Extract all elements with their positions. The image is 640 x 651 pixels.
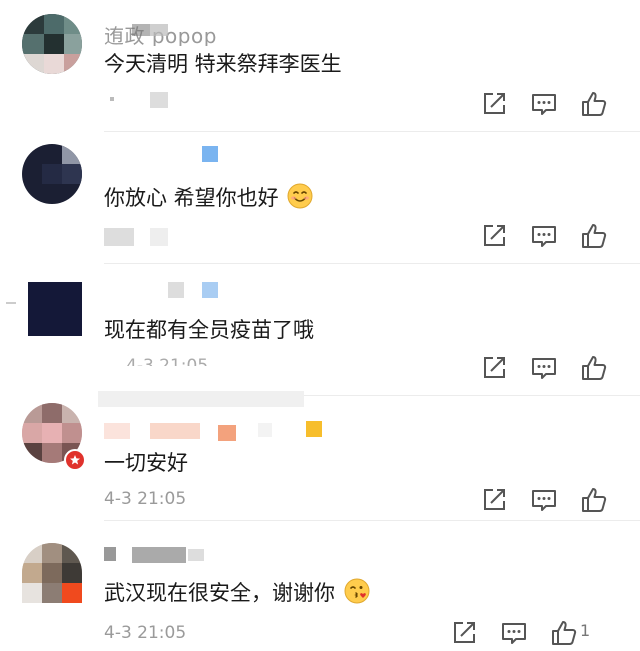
comment-text-content: 你放心 希望你也好	[104, 186, 279, 210]
username[interactable]	[104, 146, 264, 168]
share-button[interactable]	[450, 619, 478, 647]
comment-item: 武汉现在很安全，谢谢你 4-3 21:05 1	[0, 521, 640, 651]
avatar[interactable]	[28, 282, 82, 336]
comment-actions	[480, 222, 620, 250]
share-button[interactable]	[480, 222, 508, 250]
avatar[interactable]	[22, 14, 82, 74]
share-button[interactable]	[480, 90, 508, 118]
share-icon	[484, 225, 505, 246]
comment-item: 你放心 希望你也好	[0, 132, 640, 264]
reply-button[interactable]	[500, 619, 528, 647]
reply-button[interactable]	[530, 222, 558, 250]
blowing-kiss-face-icon	[344, 578, 370, 609]
comment-text: 今天清明 特来祭拜李医生	[104, 52, 342, 76]
reply-button[interactable]	[530, 90, 558, 118]
comment-time: 4-3 21:05	[104, 623, 187, 643]
comment-icon	[532, 490, 556, 511]
like-button[interactable]	[580, 354, 608, 382]
comment-item: 现在都有全员疫苗了哦 4-3 21:05	[0, 264, 640, 396]
share-button[interactable]	[480, 486, 508, 514]
thumbs-up-icon	[582, 224, 607, 248]
comment-actions	[480, 486, 620, 514]
comment-text: 一切安好	[104, 451, 188, 475]
like-button[interactable]	[580, 222, 608, 250]
thumbs-up-icon	[582, 356, 607, 380]
comment-item: 一切安好 4-3 21:05	[0, 389, 640, 521]
share-icon	[484, 489, 505, 510]
comment-icon	[532, 226, 556, 247]
thumbs-up-icon	[582, 488, 607, 512]
username[interactable]	[104, 419, 344, 441]
comment-actions	[480, 354, 620, 382]
like-count: 1	[580, 621, 591, 640]
comment-time	[104, 92, 174, 110]
share-icon	[484, 93, 505, 114]
share-icon	[484, 357, 505, 378]
like-button[interactable]	[580, 90, 608, 118]
avatar[interactable]	[22, 144, 82, 204]
comment-text: 现在都有全员疫苗了哦	[104, 318, 314, 342]
comment-time: 4-3 21:05	[126, 356, 209, 366]
username[interactable]: 迶政 popop	[104, 24, 264, 46]
thumbs-up-icon	[582, 92, 607, 116]
comment-text: 你放心 希望你也好	[104, 182, 313, 214]
comment-text: 武汉现在很安全，谢谢你	[104, 577, 370, 609]
comment-icon	[532, 94, 556, 115]
smiling-face-icon	[287, 183, 313, 214]
verified-badge-icon	[64, 449, 86, 471]
comment-icon	[502, 623, 526, 644]
comment-icon	[532, 358, 556, 379]
reply-button[interactable]	[530, 354, 558, 382]
like-button[interactable]	[580, 486, 608, 514]
username[interactable]	[104, 280, 264, 302]
share-button[interactable]	[480, 354, 508, 382]
username[interactable]	[104, 547, 304, 569]
comment-actions: 1	[450, 619, 620, 647]
comment-text-content: 武汉现在很安全，谢谢你	[104, 581, 335, 605]
comment-time	[104, 228, 184, 246]
thumbs-up-icon	[552, 621, 577, 645]
reply-button[interactable]	[530, 486, 558, 514]
comment-time: 4-3 21:05	[104, 489, 187, 509]
share-icon	[454, 622, 475, 643]
avatar[interactable]	[22, 543, 82, 603]
comment-actions	[480, 90, 620, 118]
comment-item: 迶政 popop 今天清明 特来祭拜李医生	[0, 0, 640, 132]
like-button[interactable]: 1	[550, 619, 610, 647]
